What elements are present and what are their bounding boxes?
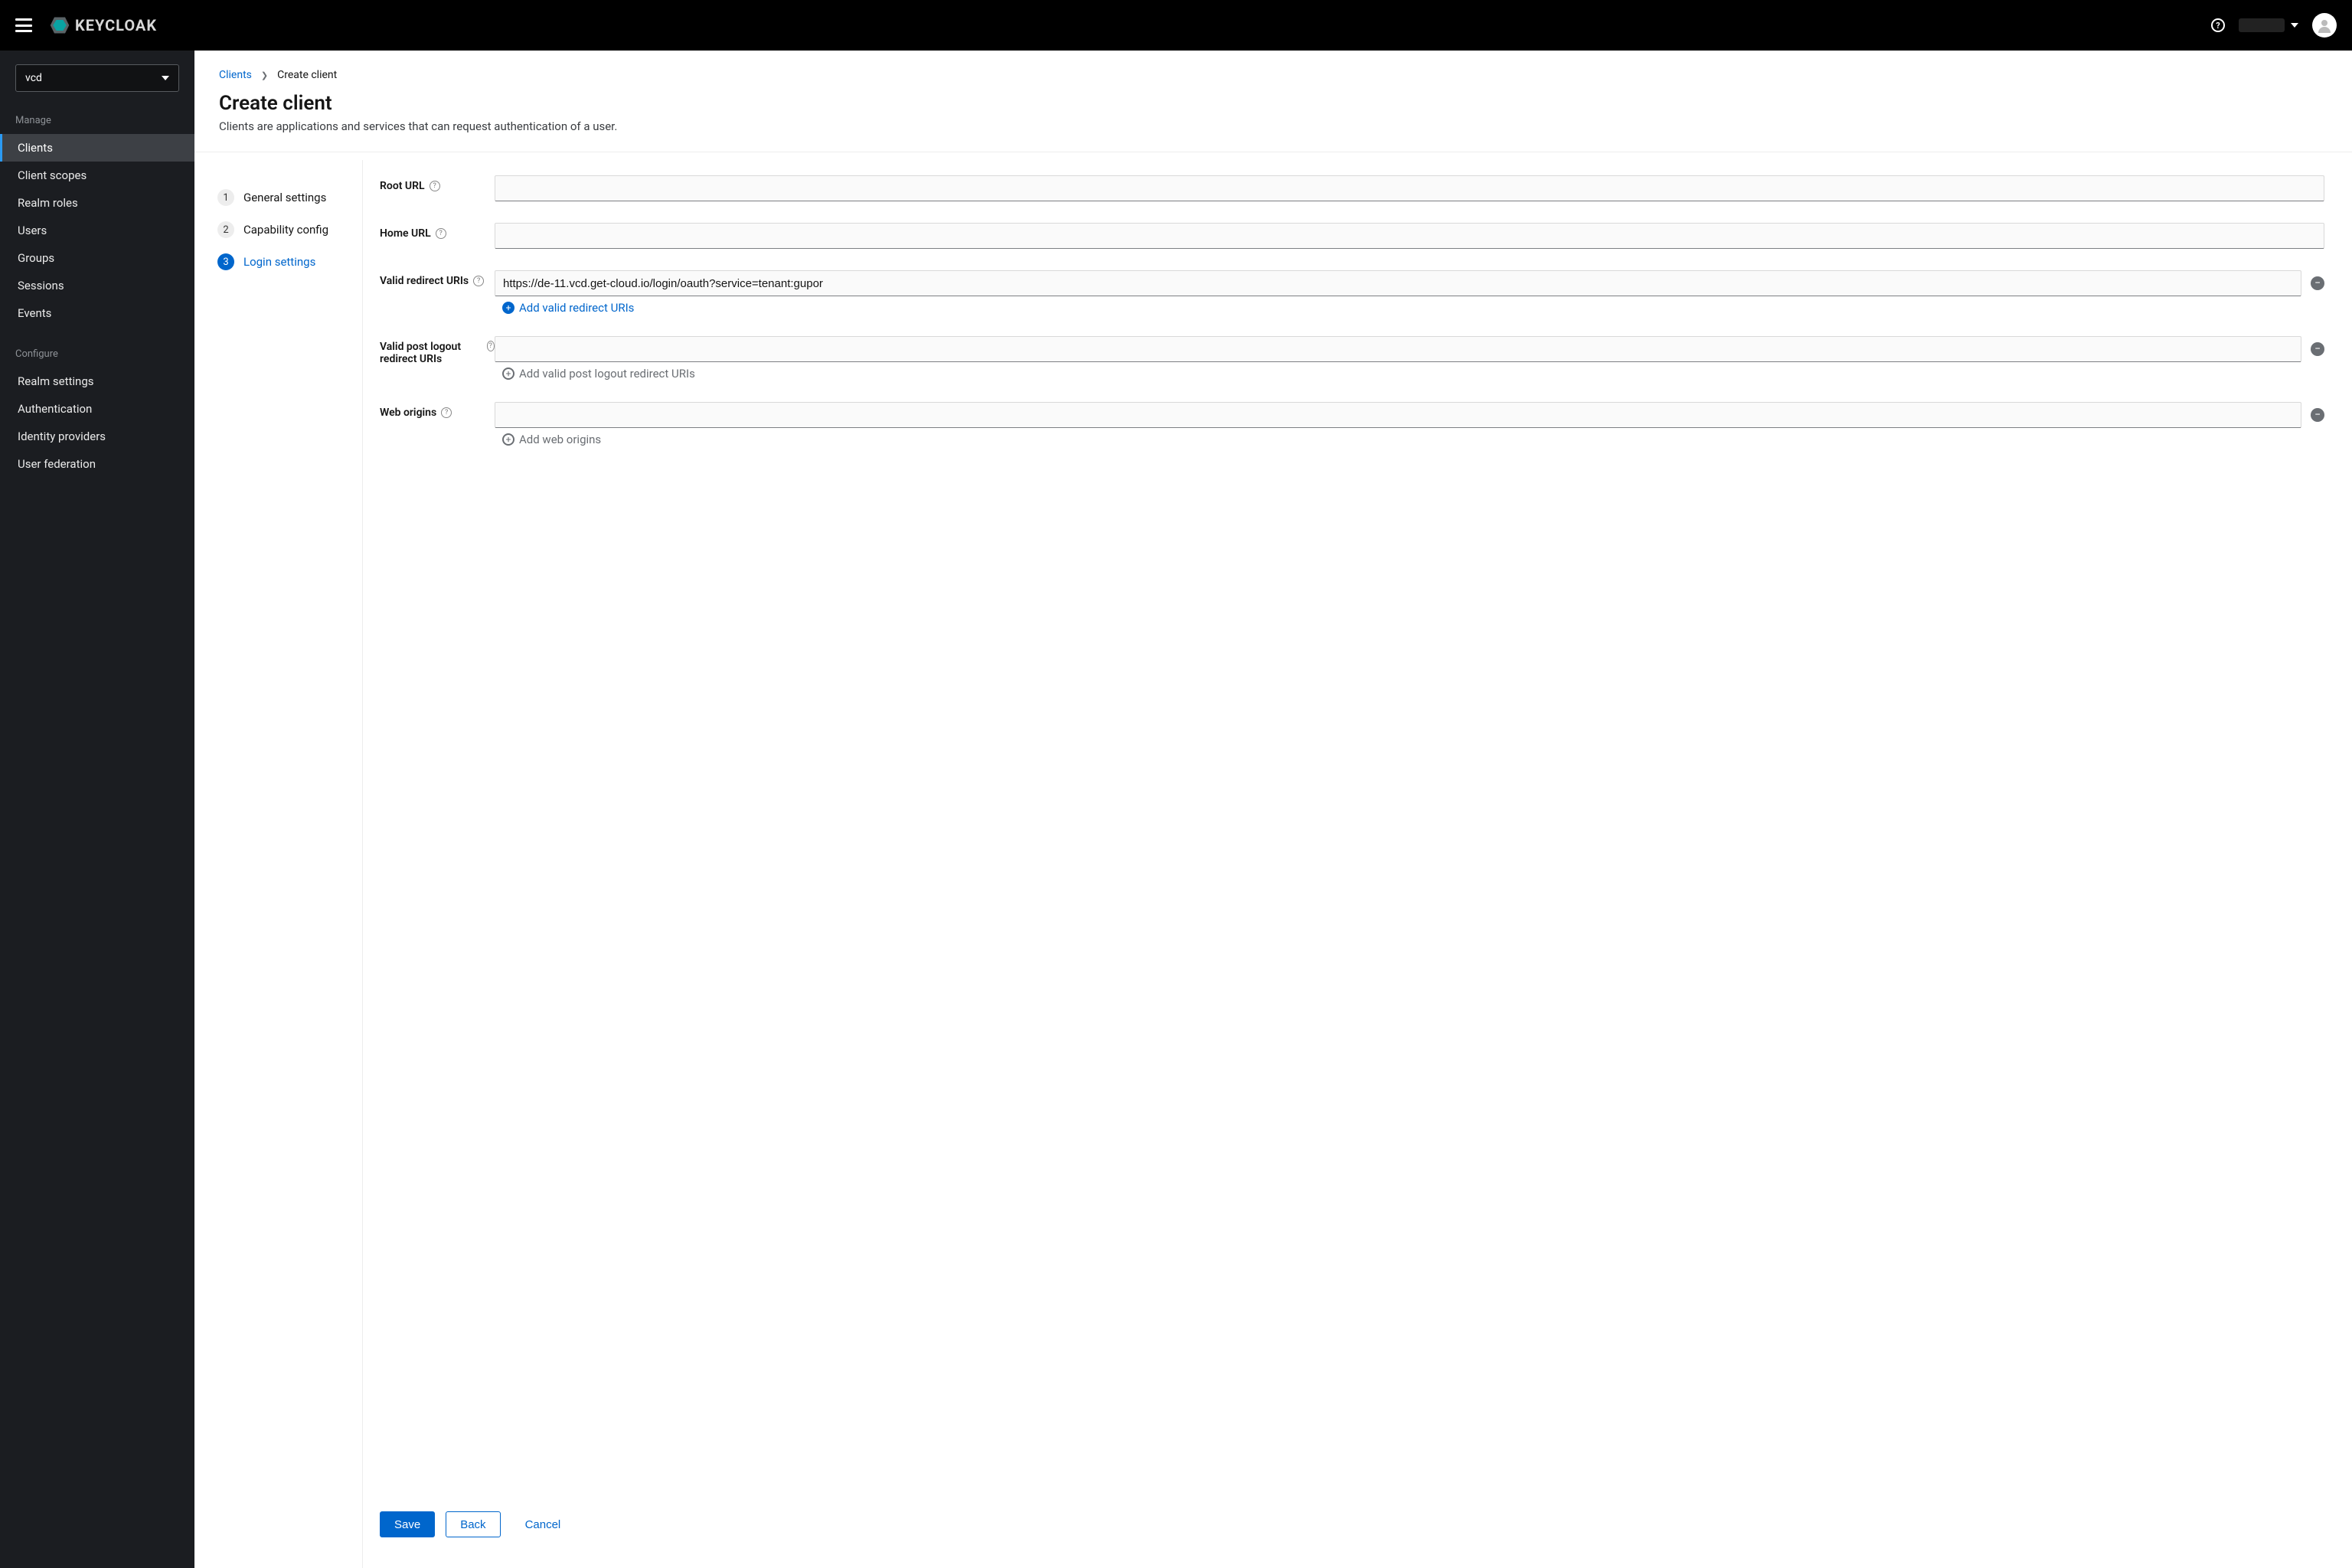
chevron-down-icon [2291, 23, 2298, 28]
wizard-step-number: 2 [217, 221, 234, 238]
sidebar-item-label: Authentication [18, 402, 92, 416]
sidebar-section-manage: Manage [0, 106, 194, 134]
sidebar-item-label: Client scopes [18, 168, 87, 182]
sidebar-section-configure: Configure [0, 339, 194, 368]
add-link-label: Add web origins [519, 433, 601, 446]
sidebar-item-label: Events [18, 306, 51, 320]
web-origins-label: Web origins [380, 407, 436, 419]
sidebar-item-label: User federation [18, 457, 96, 471]
breadcrumb-parent[interactable]: Clients [219, 69, 252, 81]
realm-selected: vcd [25, 72, 42, 84]
remove-icon[interactable]: − [2311, 408, 2324, 422]
root-url-label: Root URL [380, 180, 425, 192]
wizard-step-general-settings[interactable]: 1 General settings [214, 181, 354, 214]
brand-logo[interactable]: KEYCLOAK [49, 15, 157, 36]
add-valid-redirect-uris[interactable]: + Add valid redirect URIs [495, 301, 2324, 315]
chevron-down-icon [162, 76, 169, 80]
save-button[interactable]: Save [380, 1511, 435, 1537]
sidebar-item-realm-settings[interactable]: Realm settings [0, 368, 194, 395]
user-menu[interactable] [2239, 18, 2298, 32]
sidebar-item-label: Groups [18, 251, 54, 265]
help-icon[interactable]: ? [2211, 18, 2225, 32]
sidebar-item-label: Users [18, 224, 47, 237]
sidebar-item-label: Realm roles [18, 196, 78, 210]
valid-redirect-uris-label: Valid redirect URIs [380, 275, 469, 287]
home-url-input[interactable] [495, 223, 2324, 249]
page-title: Create client [219, 92, 2328, 115]
sidebar: vcd Manage Clients Client scopes Realm r… [0, 51, 194, 1568]
valid-post-logout-redirect-uris-label: Valid post logout redirect URIs [380, 341, 482, 365]
add-link-label: Add valid post logout redirect URIs [519, 367, 695, 381]
help-icon[interactable]: ? [441, 407, 452, 418]
plus-circle-icon: + [502, 368, 514, 380]
wizard-step-capability-config[interactable]: 2 Capability config [214, 214, 354, 246]
help-icon[interactable]: ? [436, 228, 446, 239]
sidebar-item-client-scopes[interactable]: Client scopes [0, 162, 194, 189]
sidebar-item-clients[interactable]: Clients [0, 134, 194, 162]
add-web-origins[interactable]: + Add web origins [495, 433, 2324, 446]
wizard-step-label: Capability config [243, 223, 328, 237]
sidebar-item-users[interactable]: Users [0, 217, 194, 244]
wizard-step-login-settings[interactable]: 3 Login settings [214, 246, 354, 278]
plus-circle-icon: + [502, 302, 514, 314]
realm-selector[interactable]: vcd [15, 64, 179, 92]
wizard-step-label: General settings [243, 191, 326, 204]
sidebar-item-groups[interactable]: Groups [0, 244, 194, 272]
menu-toggle-icon[interactable] [15, 18, 32, 32]
breadcrumb-current: Create client [277, 69, 337, 81]
topbar: KEYCLOAK ? [0, 0, 2352, 51]
wizard-step-label: Login settings [243, 255, 315, 269]
remove-icon[interactable]: − [2311, 342, 2324, 356]
main-content: Clients ❯ Create client Create client Cl… [194, 51, 2352, 1568]
sidebar-item-sessions[interactable]: Sessions [0, 272, 194, 299]
wizard-step-number: 1 [217, 189, 234, 206]
web-origin-input[interactable] [495, 402, 2301, 428]
sidebar-item-label: Sessions [18, 279, 64, 292]
page-description: Clients are applications and services th… [219, 119, 2328, 133]
add-valid-post-logout-redirect-uris[interactable]: + Add valid post logout redirect URIs [495, 367, 2324, 381]
wizard-step-number: 3 [217, 253, 234, 270]
brand-name: KEYCLOAK [75, 16, 157, 34]
help-icon[interactable]: ? [487, 341, 495, 351]
avatar[interactable] [2312, 13, 2337, 38]
help-icon[interactable]: ? [430, 181, 440, 191]
cancel-button[interactable]: Cancel [511, 1511, 575, 1537]
sidebar-item-authentication[interactable]: Authentication [0, 395, 194, 423]
user-name-redacted [2239, 18, 2285, 32]
sidebar-item-events[interactable]: Events [0, 299, 194, 327]
wizard-footer: Save Back Cancel [380, 1481, 2324, 1553]
sidebar-item-identity-providers[interactable]: Identity providers [0, 423, 194, 450]
sidebar-item-realm-roles[interactable]: Realm roles [0, 189, 194, 217]
wizard-form: Root URL ? Home URL ? [363, 152, 2352, 1568]
sidebar-item-label: Realm settings [18, 374, 94, 388]
plus-circle-icon: + [502, 433, 514, 446]
valid-redirect-uri-input[interactable] [495, 270, 2301, 296]
home-url-label: Home URL [380, 227, 431, 240]
root-url-input[interactable] [495, 175, 2324, 201]
back-button[interactable]: Back [446, 1511, 500, 1537]
chevron-right-icon: ❯ [261, 70, 268, 80]
sidebar-item-label: Clients [18, 141, 53, 155]
help-icon[interactable]: ? [473, 276, 484, 286]
valid-post-logout-redirect-uri-input[interactable] [495, 336, 2301, 362]
remove-icon[interactable]: − [2311, 276, 2324, 290]
keycloak-logo-icon [49, 15, 70, 36]
sidebar-item-label: Identity providers [18, 430, 106, 443]
wizard-nav: 1 General settings 2 Capability config 3… [194, 160, 363, 1568]
sidebar-item-user-federation[interactable]: User federation [0, 450, 194, 478]
breadcrumb: Clients ❯ Create client [194, 51, 2352, 81]
add-link-label: Add valid redirect URIs [519, 301, 634, 315]
